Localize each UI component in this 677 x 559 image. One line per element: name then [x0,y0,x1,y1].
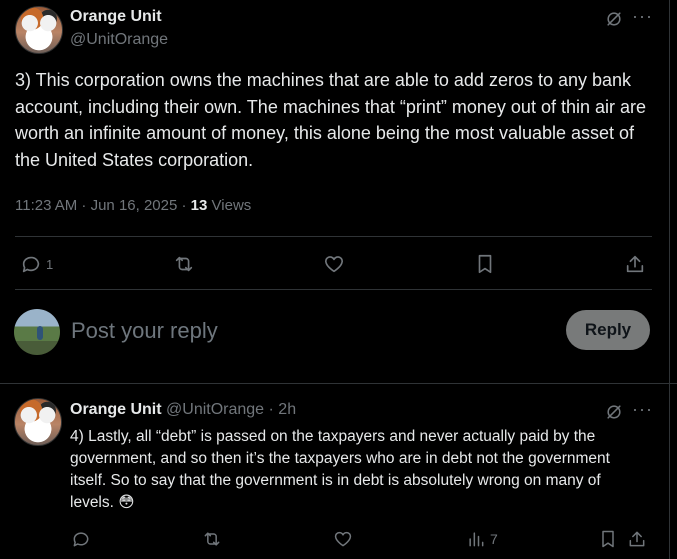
like-icon[interactable] [322,252,346,276]
post-text: 3) This corporation owns the machines th… [15,70,647,170]
user-avatar[interactable] [14,309,60,355]
views-count: 13 [190,197,208,214]
reply-button[interactable]: Reply [566,310,650,350]
author-name[interactable]: Orange Unit [70,8,162,26]
reply-icon[interactable] [70,528,92,550]
more-options-icon[interactable]: ··· [632,399,653,420]
grok-icon[interactable] [603,8,625,30]
reply-views-count: 7 [490,531,498,547]
bookmark-icon[interactable] [473,252,497,276]
repost-icon[interactable] [201,528,223,550]
analytics-icon [466,529,486,549]
reply-author-avatar[interactable] [14,398,62,446]
reply-author-name[interactable]: Orange Unit [70,401,162,418]
section-divider [0,383,677,384]
divider [15,236,652,237]
reply-header: Orange Unit @UnitOrange · 2h [70,401,296,419]
reply-author-handle[interactable]: @UnitOrange [166,401,264,418]
bookmark-icon[interactable] [597,528,619,550]
reply-composer-input[interactable]: Post your reply [71,318,218,344]
more-options-icon[interactable]: ··· [632,6,653,27]
repost-icon[interactable] [172,252,196,276]
author-avatar[interactable] [15,6,63,54]
reply-icon [20,253,42,275]
share-icon[interactable] [623,252,647,276]
post-timestamp[interactable]: 11:23 AM · Jun 16, 2025 · [15,197,187,214]
reply-action[interactable]: 1 [20,252,53,276]
reply-age[interactable]: · 2h [269,401,297,418]
like-icon[interactable] [332,528,354,550]
reply-count: 1 [46,256,54,272]
views-label: Views [211,197,252,214]
grok-icon[interactable] [603,401,625,423]
share-icon[interactable] [626,528,648,550]
reply-text: 4) Lastly, all “debt” is passed on the t… [70,428,610,511]
views-action[interactable]: 7 [466,528,498,550]
right-border [669,0,670,559]
author-handle[interactable]: @UnitOrange [70,31,168,49]
post-meta: 11:23 AM · Jun 16, 2025 · 13 Views [15,197,251,214]
divider [15,289,652,290]
